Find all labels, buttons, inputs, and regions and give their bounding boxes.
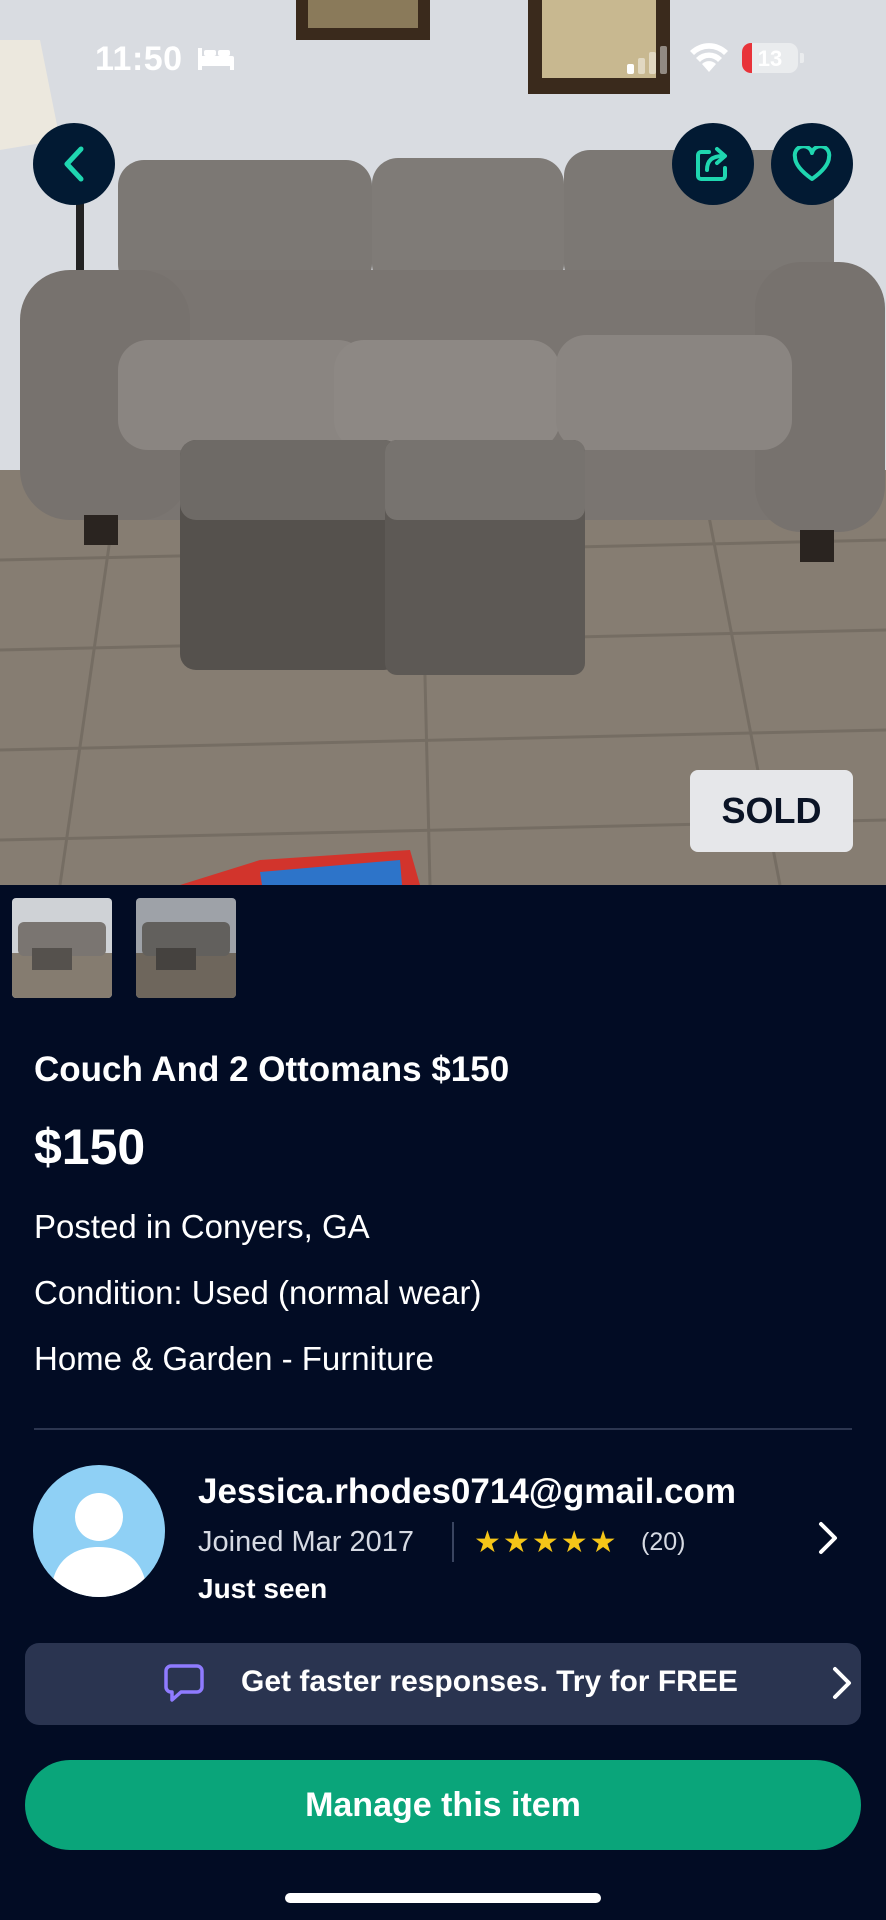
photo-thumbnail-1[interactable] xyxy=(12,898,112,998)
status-time: 11:50 xyxy=(95,40,183,78)
heart-icon xyxy=(792,146,832,181)
separator xyxy=(452,1522,454,1562)
couch-photo-illustration xyxy=(0,0,886,885)
star-icon: ★ xyxy=(474,1526,501,1559)
sleep-focus-icon xyxy=(198,48,234,70)
seller-activity-status: Just seen xyxy=(198,1573,328,1604)
listing-location: Posted in Conyers, GA xyxy=(34,1208,370,1245)
listing-condition: Condition: Used (normal wear) xyxy=(34,1274,482,1311)
back-button[interactable] xyxy=(33,123,115,205)
listing-title: Couch And 2 Ottomans $150 xyxy=(34,1050,510,1089)
seller-name[interactable]: Jessica.rhodes0714@gmail.com xyxy=(198,1472,736,1512)
chevron-right-icon xyxy=(833,1667,851,1699)
share-button[interactable] xyxy=(672,123,754,205)
seller-avatar[interactable] xyxy=(33,1465,165,1597)
status-bar: 11:50 13 xyxy=(0,40,886,80)
chevron-right-icon[interactable] xyxy=(815,1518,841,1558)
divider xyxy=(34,1428,852,1430)
battery-indicator: 13 xyxy=(742,43,798,73)
promo-text: Get faster responses. Try for FREE xyxy=(241,1665,738,1698)
thumbnail-image xyxy=(136,898,236,998)
listing-category: Home & Garden - Furniture xyxy=(34,1340,434,1377)
promo-banner[interactable]: Get faster responses. Try for FREE xyxy=(25,1643,861,1725)
wifi-icon xyxy=(690,43,728,72)
review-count: (20) xyxy=(641,1528,686,1556)
seller-rating: ★ ★ ★ ★ ★ xyxy=(474,1526,617,1560)
star-icon: ★ xyxy=(560,1526,588,1559)
star-icon: ★ xyxy=(531,1526,559,1559)
share-icon xyxy=(696,147,727,181)
favorite-button[interactable] xyxy=(771,123,853,205)
battery-level: 13 xyxy=(757,46,783,71)
chat-bubble-icon xyxy=(164,1664,204,1702)
seller-joined-date: Joined Mar 2017 xyxy=(198,1526,415,1558)
star-icon: ★ xyxy=(502,1526,530,1559)
star-icon: ★ xyxy=(589,1526,617,1559)
listing-price: $150 xyxy=(34,1119,146,1175)
listing-photo[interactable] xyxy=(0,0,886,885)
photo-thumbnail-2[interactable] xyxy=(136,898,236,998)
cellular-signal-icon xyxy=(627,46,667,74)
sold-badge: SOLD xyxy=(690,770,853,852)
chevron-left-icon xyxy=(64,146,84,182)
thumbnail-image xyxy=(12,898,112,998)
user-avatar-icon xyxy=(51,1493,147,1597)
home-indicator[interactable] xyxy=(285,1893,601,1903)
manage-item-button[interactable]: Manage this item xyxy=(25,1760,861,1850)
